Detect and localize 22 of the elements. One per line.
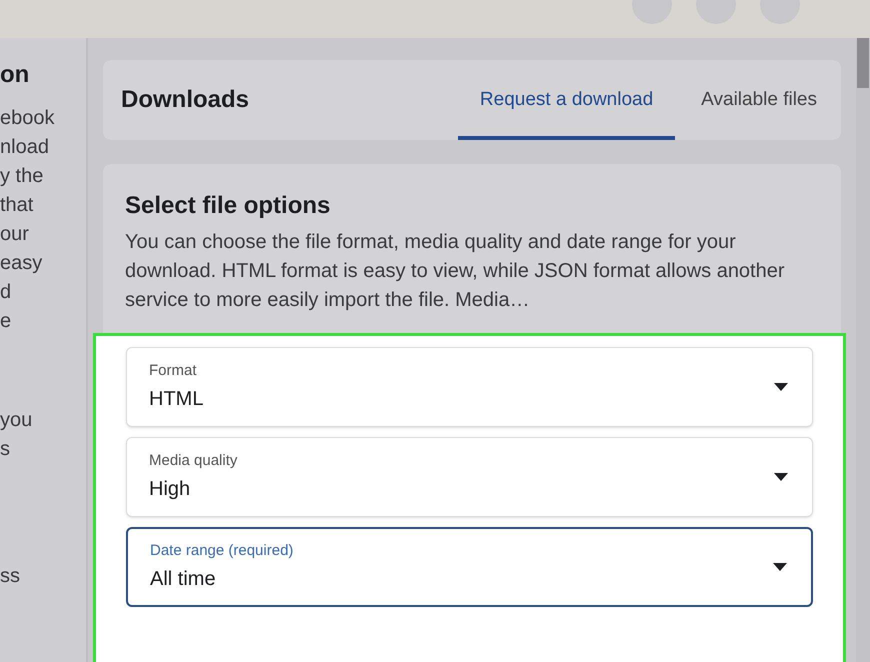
field-label: Date range (required) [150,540,294,561]
panel-text: ebook nload y the that our easy d e [0,106,56,334]
field-value: High [149,477,192,502]
dropdown-caret-icon [774,473,788,481]
section-description: You can choose the file format, media quality and date range for your download. HTML format is easy to view, while JSON format allows another service to more easily import the file. Media… [124,230,786,313]
select-field[interactable]: Date range (required) All time [126,527,813,607]
scrollbar[interactable] [856,38,870,662]
select-field[interactable]: Format HTML [126,347,813,427]
dropdown-caret-icon [773,563,787,571]
panel-text: ss [0,564,21,589]
field-label: Format [149,360,198,381]
field-value: HTML [149,387,204,412]
tab[interactable]: Available files [697,60,821,140]
panel-heading: on [0,60,30,90]
page-title: Downloads [121,85,250,115]
field-value: All time [150,567,217,592]
panel-text: you s [0,408,34,462]
dropdown-caret-icon [774,383,788,391]
section-title: Select file options [124,191,332,221]
field-label: Media quality [149,450,238,471]
select-field[interactable]: Media quality High [126,437,813,517]
tab[interactable]: Request a download [458,60,676,140]
